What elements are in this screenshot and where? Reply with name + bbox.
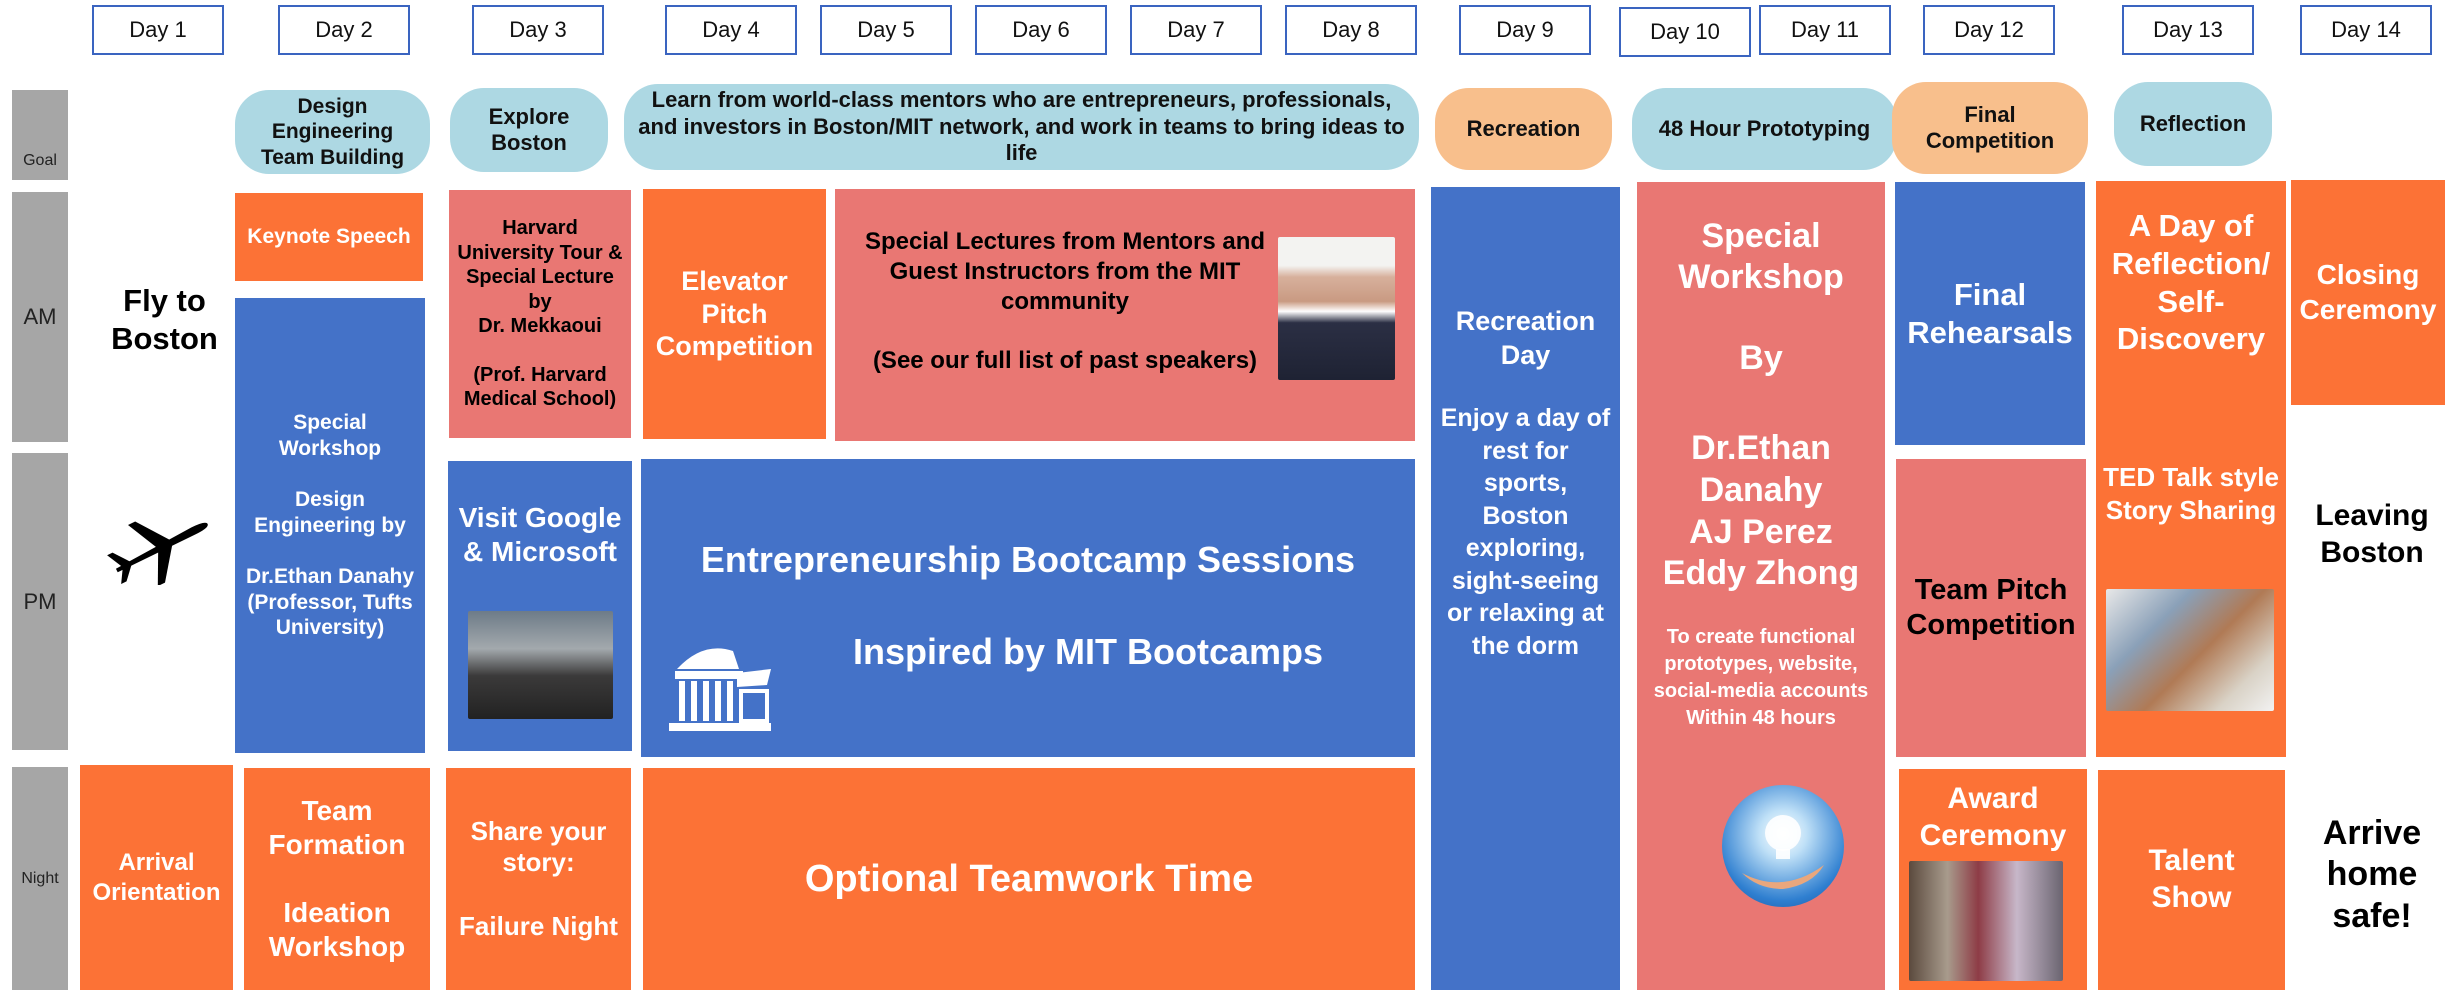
leaving-boston: Leaving Boston xyxy=(2315,499,2429,569)
day-header-3: Day 3 xyxy=(472,5,604,55)
day-header-4: Day 4 xyxy=(665,5,797,55)
team-pitch-competition: Team Pitch Competition xyxy=(1896,459,2086,757)
arrival-orientation: Arrival Orientation xyxy=(80,765,233,990)
special-workshop-design-engineering: Special Workshop Design Engineering by D… xyxy=(235,298,425,753)
goal-48-hour-prototyping: 48 Hour Prototyping xyxy=(1632,88,1897,170)
award-ceremony-photo xyxy=(1909,861,2063,981)
award-ceremony-label: Award Ceremony xyxy=(1919,782,2067,852)
day-of-reflection: A Day of Reflection/ Self-Discovery TED … xyxy=(2096,181,2286,757)
past-speakers-text: (See our full list of past speakers) xyxy=(872,347,1258,374)
recreation-day-desc: Enjoy a day of rest for sports, Boston e… xyxy=(1440,404,1611,660)
team-formation-ideation: Team Formation Ideation Workshop xyxy=(244,768,430,990)
mit-building-icon xyxy=(663,639,775,735)
special-workshop-prototyping: Special Workshop By Dr.Ethan Danahy AJ P… xyxy=(1637,182,1885,990)
arrive-home-safe: Arrive home safe! xyxy=(2322,813,2422,935)
talent-show: Talent Show xyxy=(2098,770,2285,990)
row-label-am: AM xyxy=(12,192,68,442)
special-lectures: Special Lectures from Mentors and Guest … xyxy=(835,189,1415,441)
day-header-2: Day 2 xyxy=(278,5,410,55)
goal-final-competition: Final Competition xyxy=(1892,82,2088,174)
goal-recreation: Recreation xyxy=(1435,88,1612,170)
failure-night: Share your story: Failure Night xyxy=(446,768,631,990)
row-label-night: Night xyxy=(12,767,68,990)
visit-google-microsoft: Visit Google & Microsoft xyxy=(448,461,632,751)
day-header-7: Day 7 xyxy=(1130,5,1262,55)
award-ceremony: Award Ceremony xyxy=(1899,769,2087,990)
recreation-day: Recreation Day Enjoy a day of rest for s… xyxy=(1431,187,1620,990)
keynote-speech: Keynote Speech xyxy=(235,193,423,281)
workshop-title: Special Workshop By xyxy=(1678,217,1844,378)
bootcamp-subtitle: Inspired by MIT Bootcamps xyxy=(852,631,1324,672)
day-header-10: Day 10 xyxy=(1619,7,1751,57)
speaker-portrait-photo xyxy=(1278,237,1395,380)
day-header-9: Day 9 xyxy=(1459,5,1591,55)
harvard-tour-lecture: Harvard University Tour & Special Lectur… xyxy=(449,190,631,438)
bootcamp-title: Entrepreneurship Bootcamp Sessions xyxy=(700,539,1356,580)
fly-to-boston: Fly to Boston xyxy=(111,283,218,356)
day-header-11: Day 11 xyxy=(1759,5,1891,55)
day-header-12: Day 12 xyxy=(1923,5,2055,55)
day-header-1: Day 1 xyxy=(92,5,224,55)
row-label-pm: PM xyxy=(12,453,68,750)
day-header-8: Day 8 xyxy=(1285,5,1417,55)
day-header-5: Day 5 xyxy=(820,5,952,55)
visit-google-label: Visit Google & Microsoft xyxy=(458,502,622,568)
optional-teamwork-time: Optional Teamwork Time xyxy=(643,768,1415,990)
goal-explore-boston: Explore Boston xyxy=(450,88,608,172)
recreation-day-title: Recreation Day xyxy=(1455,306,1596,370)
airplane-icon xyxy=(104,505,216,587)
day-header-6: Day 6 xyxy=(975,5,1107,55)
ted-talk-label: TED Talk style Story Sharing xyxy=(2103,462,2279,525)
row-label-goal: Goal xyxy=(12,90,68,180)
lightbulb-hand-icon xyxy=(1722,785,1844,907)
google-visit-photo xyxy=(467,611,613,720)
special-lectures-text: Special Lectures from Mentors and Guest … xyxy=(864,228,1266,315)
goal-learn-mentors: Learn from world-class mentors who are e… xyxy=(624,84,1419,170)
goal-design-team-building: Design Engineering Team Building xyxy=(235,90,430,174)
entrepreneurship-bootcamp: Entrepreneurship Bootcamp Sessions Inspi… xyxy=(641,459,1415,757)
elevator-pitch-competition: Elevator Pitch Competition xyxy=(643,189,826,439)
day-header-14: Day 14 xyxy=(2300,5,2432,55)
story-sharing-photo xyxy=(2106,589,2274,711)
workshop-desc: To create functional prototypes, website… xyxy=(1653,626,1869,729)
final-rehearsals: Final Rehearsals xyxy=(1895,182,2085,445)
day-of-reflection-label: A Day of Reflection/ Self-Discovery xyxy=(2111,208,2271,357)
day-header-13: Day 13 xyxy=(2122,5,2254,55)
workshop-names: Dr.Ethan Danahy AJ Perez Eddy Zhong xyxy=(1662,429,1860,593)
goal-reflection: Reflection xyxy=(2114,82,2272,166)
closing-ceremony: Closing Ceremony xyxy=(2291,180,2445,405)
